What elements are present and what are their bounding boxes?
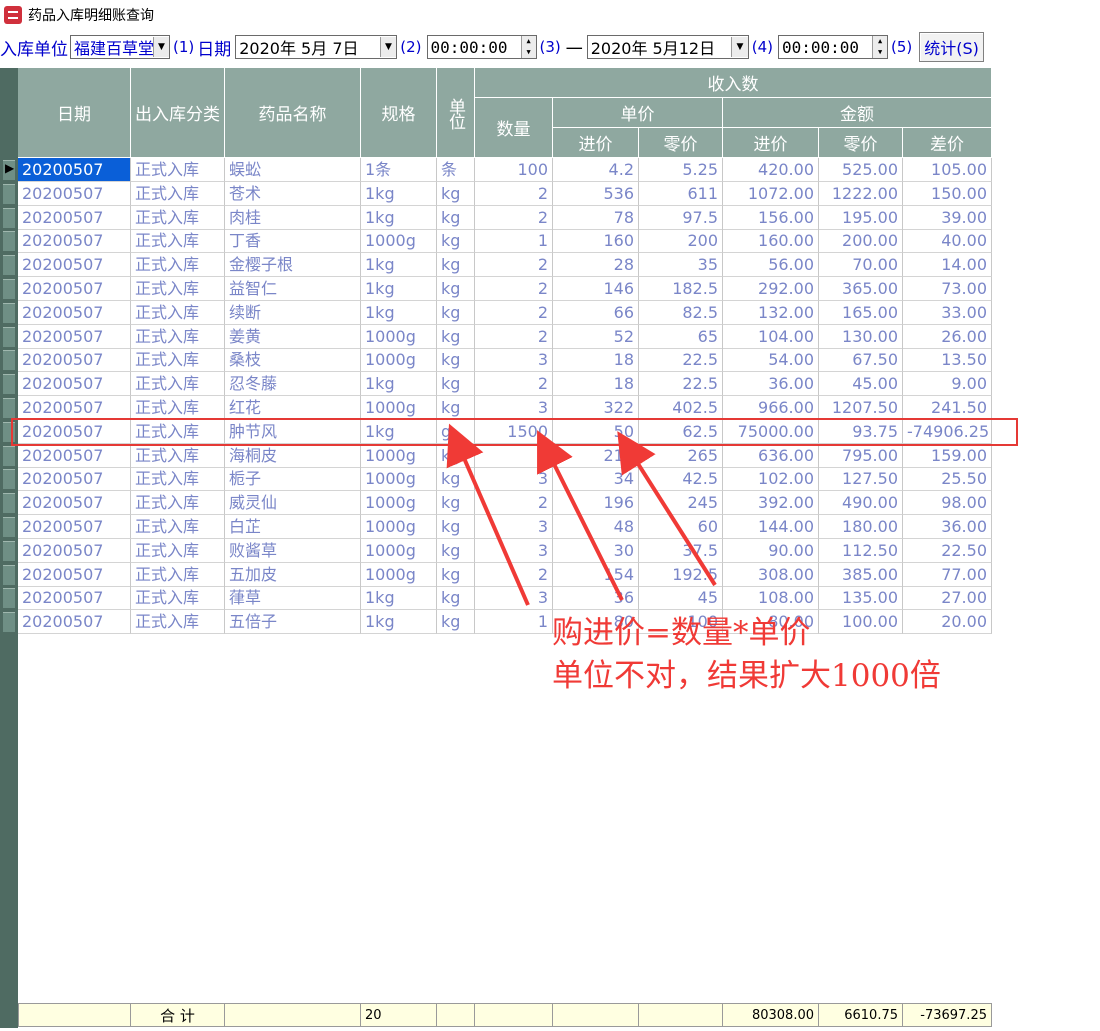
annotation-line-1: 购进价=数量*单价 (552, 615, 811, 651)
arrow-to-unit (446, 423, 530, 606)
annotation-arrows (446, 423, 717, 606)
arrow-to-price (617, 431, 717, 587)
annotation-line-2: 单位不对，结果扩大1000倍 (552, 658, 941, 694)
annotation-text: 购进价=数量*单价 单位不对，结果扩大1000倍 (552, 612, 941, 698)
arrow-to-qty (537, 430, 624, 601)
